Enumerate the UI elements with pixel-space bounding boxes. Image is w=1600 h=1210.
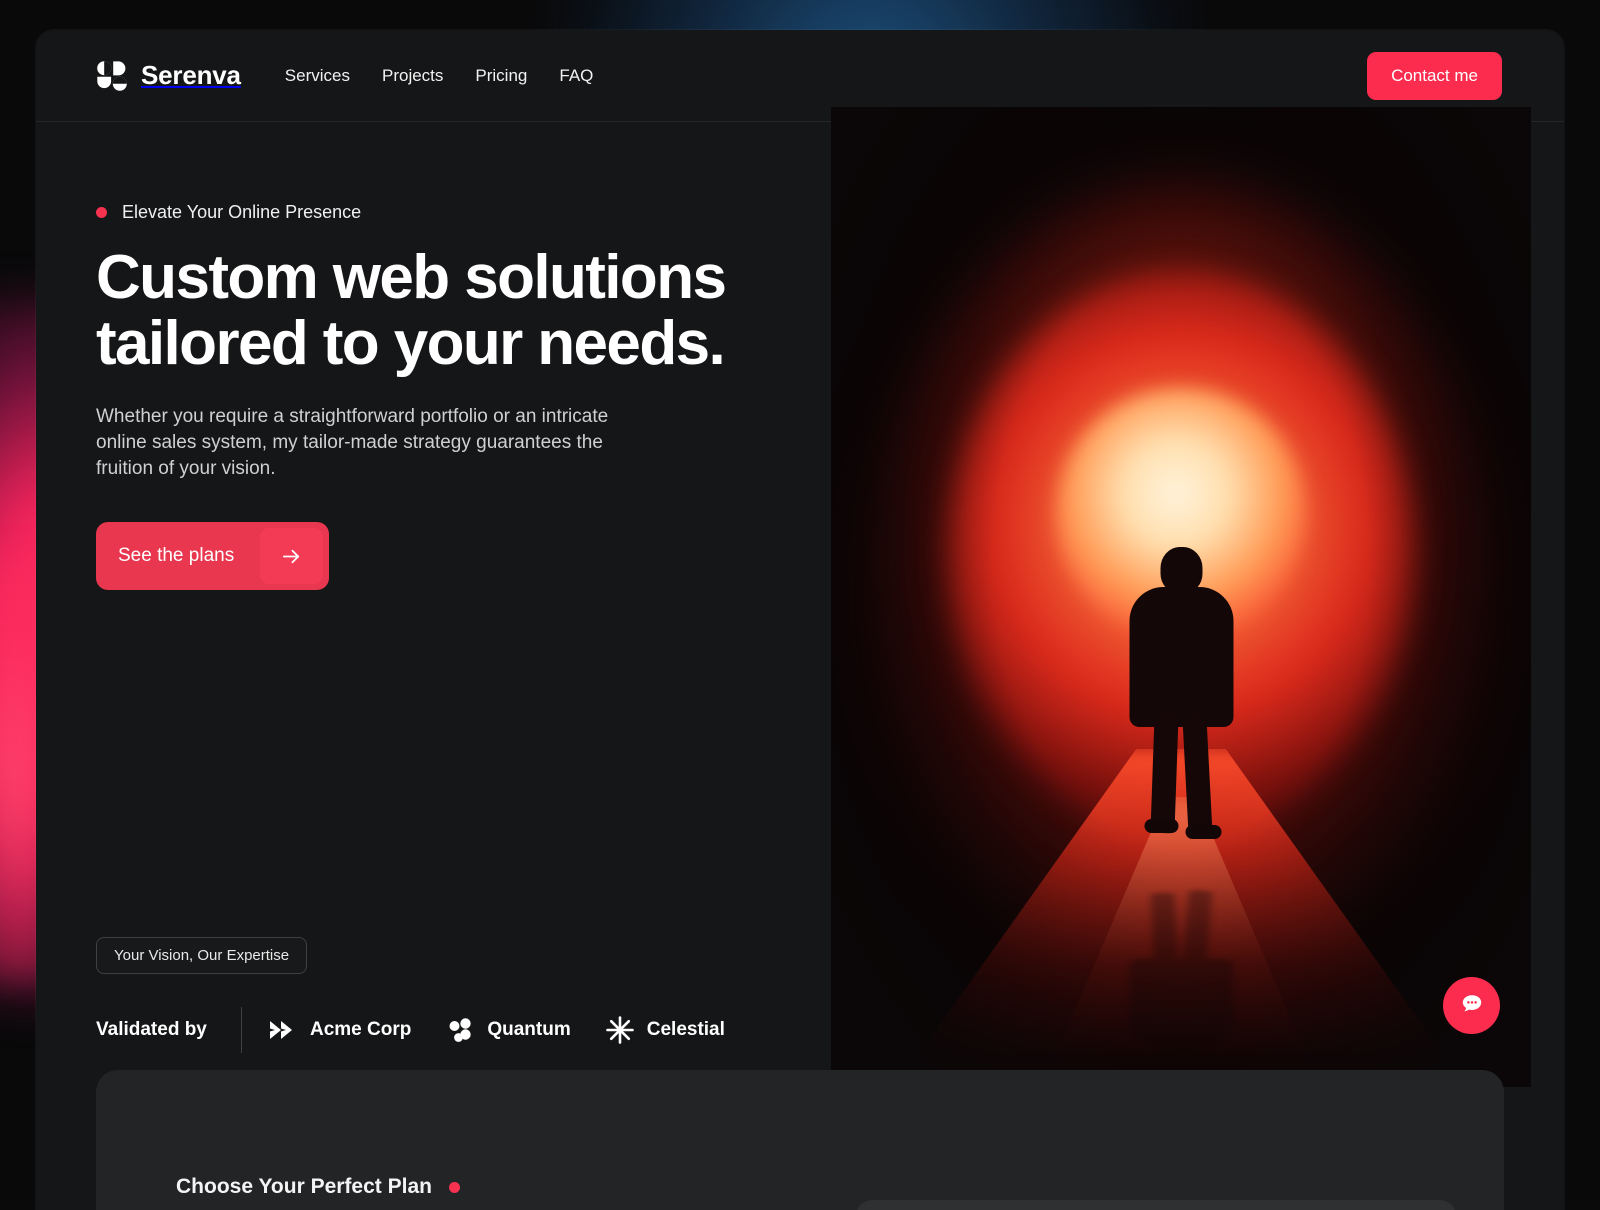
brand-logo-celestial: Celestial <box>605 1015 725 1045</box>
page-frame: Serenva Services Projects Pricing FAQ Co… <box>36 30 1564 1210</box>
double-chevron-icon <box>268 1015 298 1045</box>
validated-by-row: Validated by Acme Corp <box>96 1007 759 1053</box>
brand-name: Serenva <box>141 60 241 91</box>
chat-bubble-icon <box>1459 991 1485 1020</box>
brand-logo-link[interactable]: Serenva <box>96 60 241 92</box>
brand-name-celestial: Celestial <box>647 1019 725 1041</box>
hero-artwork <box>831 107 1531 1087</box>
brand-name-acme-corp: Acme Corp <box>310 1019 411 1041</box>
asterisk-star-icon <box>605 1015 635 1045</box>
brand-name-quantum: Quantum <box>487 1019 570 1041</box>
vertical-divider <box>241 1007 242 1053</box>
hero-copy: Elevate Your Online Presence Custom web … <box>96 202 776 590</box>
hero-headline-line-1: Custom web solutions <box>96 243 725 312</box>
nav-item-projects[interactable]: Projects <box>382 66 443 86</box>
arrow-right-icon <box>260 528 323 584</box>
accent-dot-icon <box>96 207 107 218</box>
chat-widget-button[interactable] <box>1443 977 1500 1034</box>
brand-logo-quantum: Quantum <box>445 1015 570 1045</box>
nav-item-faq[interactable]: FAQ <box>559 66 593 86</box>
see-the-plans-label: See the plans <box>96 522 260 590</box>
nav-item-pricing[interactable]: Pricing <box>475 66 527 86</box>
brand-logo-acme-corp: Acme Corp <box>268 1015 411 1045</box>
see-the-plans-button[interactable]: See the plans <box>96 522 329 590</box>
nav-item-services[interactable]: Services <box>285 66 350 86</box>
hero-eyebrow-label: Elevate Your Online Presence <box>122 202 361 223</box>
clover-icon <box>445 1015 475 1045</box>
serenva-quad-logo-icon <box>96 60 128 92</box>
pricing-heading: Choose Your Perfect Plan <box>176 1175 460 1199</box>
pricing-card-placeholder[interactable] <box>856 1200 1456 1210</box>
hero-eyebrow: Elevate Your Online Presence <box>96 202 776 223</box>
validated-by-label: Validated by <box>96 1019 241 1041</box>
accent-dot-icon <box>449 1182 460 1193</box>
vision-badge: Your Vision, Our Expertise <box>96 937 307 974</box>
hero-subcopy: Whether you require a straightforward po… <box>96 404 616 483</box>
hero-headline: Custom web solutions tailored to your ne… <box>96 245 776 378</box>
primary-nav: Services Projects Pricing FAQ <box>285 66 594 86</box>
pricing-section: Choose Your Perfect Plan <box>96 1070 1504 1210</box>
hero-section: Elevate Your Online Presence Custom web … <box>36 122 1564 1122</box>
pricing-heading-label: Choose Your Perfect Plan <box>176 1175 432 1199</box>
hero-headline-line-2: tailored to your needs. <box>96 309 724 378</box>
contact-me-button[interactable]: Contact me <box>1367 52 1502 100</box>
